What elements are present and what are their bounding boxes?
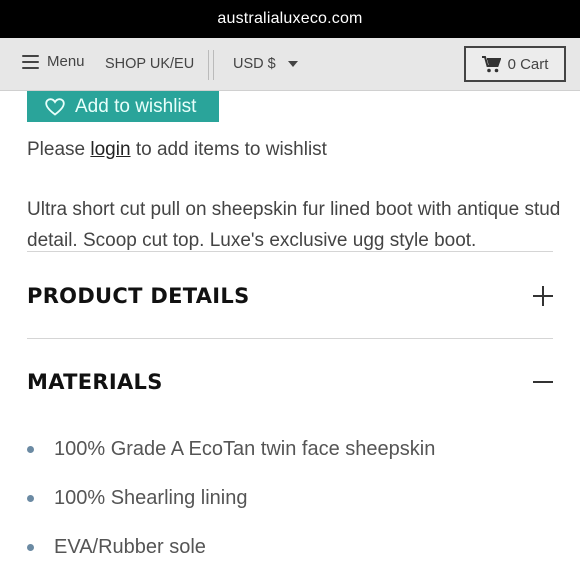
plus-icon[interactable] (533, 285, 555, 307)
cart-icon (481, 55, 501, 72)
status-bar: australialuxeco.com (0, 0, 580, 38)
material-text: 100% Shearling lining (54, 487, 248, 509)
wishlist-button-label: Add to wishlist (75, 95, 197, 117)
product-details-heading[interactable]: PRODUCT DETAILS (27, 284, 250, 308)
menu-label: Menu (47, 53, 85, 70)
material-text: EVA/Rubber sole (54, 536, 206, 558)
bullet-icon (27, 446, 34, 453)
login-note-suffix: to add items to wishlist (135, 139, 327, 160)
hamburger-icon (22, 54, 39, 69)
list-item: 100% Shearling lining (27, 474, 567, 523)
top-nav: Menu SHOP UK/EU USD $ 0 Cart (0, 38, 580, 91)
add-to-wishlist-button[interactable]: Add to wishlist (27, 91, 219, 122)
currency-label: USD $ (233, 56, 276, 72)
product-description: Ultra short cut pull on sheepskin fur li… (27, 199, 561, 251)
cart-button[interactable]: 0 Cart (464, 46, 566, 82)
materials-heading[interactable]: MATERIALS (27, 370, 163, 394)
list-item: EVA/Rubber sole (27, 523, 567, 572)
currency-selector[interactable]: USD $ (233, 56, 298, 72)
divider (27, 251, 553, 252)
wishlist-login-note: Please login to add items to wishlist (27, 139, 327, 161)
cart-label: 0 Cart (507, 55, 549, 73)
minus-icon[interactable] (533, 371, 555, 393)
divider (27, 338, 553, 339)
login-note-prefix: Please (27, 139, 86, 160)
caret-down-icon (287, 61, 298, 67)
heart-icon (45, 97, 65, 116)
nav-divider (208, 50, 209, 80)
menu-button[interactable]: Menu (22, 53, 85, 70)
bullet-icon (27, 544, 34, 551)
url-text: australialuxeco.com (217, 10, 363, 27)
shop-region-link[interactable]: SHOP UK/EU (105, 56, 194, 72)
material-text: 100% Grade A EcoTan twin face sheepskin (54, 438, 436, 460)
materials-list: 100% Grade A EcoTan twin face sheepskin … (27, 425, 567, 572)
login-link[interactable]: login (90, 139, 130, 160)
bullet-icon (27, 495, 34, 502)
nav-divider (213, 50, 214, 80)
list-item: 100% Grade A EcoTan twin face sheepskin (27, 425, 567, 474)
